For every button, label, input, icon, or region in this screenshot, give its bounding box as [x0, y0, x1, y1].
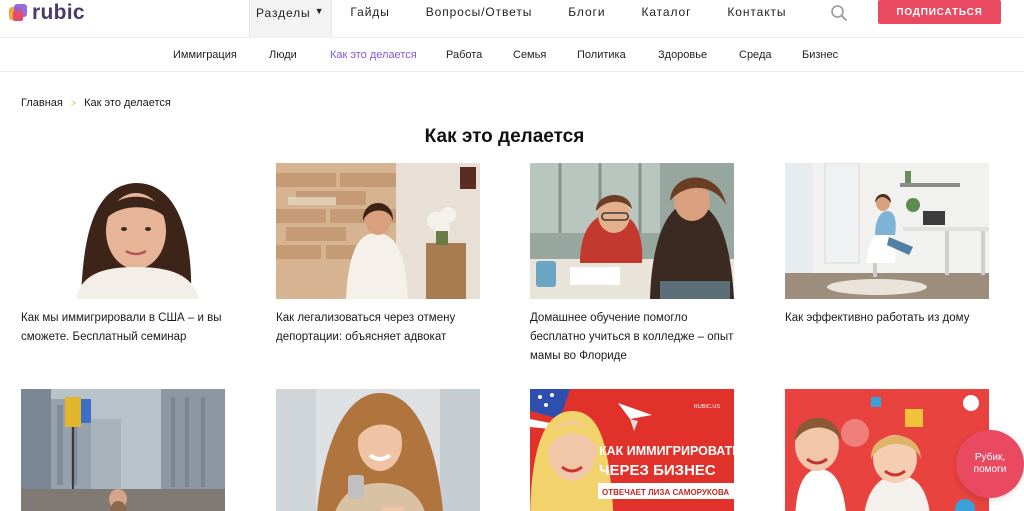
article-title[interactable]: Как мы иммигрировали в США – и вы сможет…: [21, 309, 231, 347]
help-line-1: Рубик,: [974, 452, 1006, 463]
article-card[interactable]: [276, 389, 480, 511]
image-headline-2: ЧЕРЕЗ БИЗНЕС: [599, 462, 716, 479]
logo-icon: [9, 4, 27, 22]
help-chat-button[interactable]: Рубик, помоги: [956, 430, 1024, 498]
nav-item-qa[interactable]: Вопросы/Ответы: [408, 0, 551, 24]
nav-item-catalog[interactable]: Каталог: [623, 0, 709, 24]
article-card[interactable]: Как легализоваться через отмену депортац…: [276, 163, 480, 347]
image-brand-text: RUBIC.US: [694, 404, 721, 410]
article-image[interactable]: RUBIC.US КАК ИММИГРИРОВАТЬ ЧЕРЕЗ БИЗНЕС …: [530, 389, 734, 511]
category-family[interactable]: Семья: [513, 49, 546, 61]
article-title[interactable]: Как эффективно работать из дому: [785, 309, 995, 328]
image-headline-3: ОТВЕЧАЕТ ЛИЗА САМОРУКОВА: [602, 488, 729, 497]
main-nav: Разделы ▼ Гайды Вопросы/Ответы Блоги Ката…: [249, 0, 804, 38]
article-card[interactable]: RUBIC.US КАК ИММИГРИРОВАТЬ ЧЕРЕЗ БИЗНЕС …: [530, 389, 734, 511]
nav-sections-label: Разделы: [256, 6, 311, 20]
category-politics[interactable]: Политика: [577, 49, 626, 61]
article-title[interactable]: Домашнее обучение помогло бесплатно учит…: [530, 309, 740, 366]
page-title: Как это делается: [424, 126, 585, 147]
category-health[interactable]: Здоровье: [658, 49, 707, 61]
breadcrumb-separator: >: [70, 98, 77, 108]
caret-down-icon: ▼: [314, 6, 325, 16]
article-image[interactable]: [530, 163, 734, 299]
breadcrumb: Главная > Как это делается: [21, 97, 171, 109]
nav-item-blogs[interactable]: Блоги: [550, 0, 623, 24]
category-people[interactable]: Люди: [269, 49, 297, 61]
category-nav: Иммиграция Люди Как это делается Работа …: [0, 38, 1024, 72]
article-title[interactable]: Как легализоваться через отмену депортац…: [276, 309, 486, 347]
help-line-2: помоги: [973, 464, 1007, 475]
article-image[interactable]: [21, 389, 225, 511]
image-headline-1: КАК ИММИГРИРОВАТЬ: [599, 444, 734, 458]
article-card[interactable]: Как мы иммигрировали в США – и вы сможет…: [21, 163, 225, 347]
nav-item-guides[interactable]: Гайды: [332, 0, 407, 24]
logo[interactable]: rubic: [9, 2, 85, 24]
article-card[interactable]: Домашнее обучение помогло бесплатно учит…: [530, 163, 734, 366]
category-business[interactable]: Бизнес: [802, 49, 838, 61]
breadcrumb-current: Как это делается: [84, 97, 171, 109]
subscribe-button[interactable]: ПОДПИСАТЬСЯ: [878, 0, 1001, 24]
search-icon[interactable]: [830, 4, 848, 22]
category-environment[interactable]: Среда: [739, 49, 771, 61]
nav-item-contacts[interactable]: Контакты: [709, 0, 804, 24]
article-card[interactable]: Как эффективно работать из дому: [785, 163, 989, 328]
breadcrumb-home[interactable]: Главная: [21, 97, 63, 109]
top-header: rubic Разделы ▼ Гайды Вопросы/Ответы Блог…: [0, 0, 1024, 38]
category-work[interactable]: Работа: [446, 49, 482, 61]
category-immigration[interactable]: Иммиграция: [173, 49, 237, 61]
article-image[interactable]: [276, 389, 480, 511]
article-image[interactable]: [785, 163, 989, 299]
article-card[interactable]: [21, 389, 225, 511]
article-image[interactable]: [276, 163, 480, 299]
category-how-its-done[interactable]: Как это делается: [330, 49, 417, 61]
nav-sections-dropdown[interactable]: Разделы ▼: [249, 0, 333, 38]
logo-text: rubic: [32, 1, 85, 24]
article-image[interactable]: [21, 163, 225, 299]
